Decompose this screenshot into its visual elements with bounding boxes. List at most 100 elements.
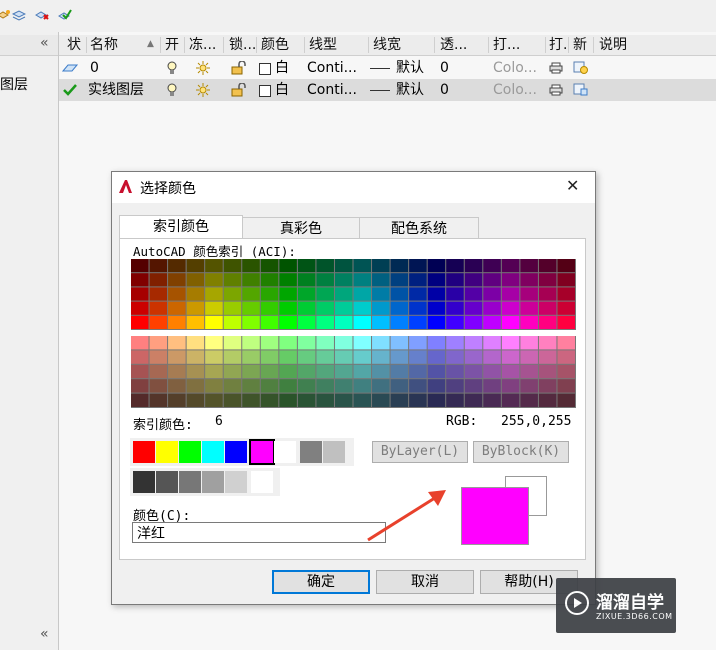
aci-cell[interactable] <box>260 379 279 393</box>
aci-cell[interactable] <box>446 273 464 287</box>
aci-cell[interactable] <box>557 273 575 287</box>
unlock-icon[interactable] <box>231 61 247 75</box>
aci-cell[interactable] <box>353 273 372 287</box>
aci-cell[interactable] <box>557 364 575 379</box>
aci-cell[interactable] <box>316 301 334 315</box>
aci-cell[interactable] <box>427 315 446 329</box>
aci-cell[interactable] <box>334 301 353 315</box>
byblock-button[interactable]: ByBlock(K) <box>473 441 569 463</box>
aci-cell[interactable] <box>149 301 168 315</box>
aci-cell[interactable] <box>501 393 520 407</box>
aci-cell[interactable] <box>538 287 557 301</box>
aci-cell[interactable] <box>279 259 297 273</box>
aci-cell[interactable] <box>131 393 149 407</box>
color-swatch[interactable] <box>259 63 271 75</box>
aci-cell[interactable] <box>334 364 353 379</box>
color-swatch-magenta-selected[interactable] <box>249 439 275 465</box>
aci-cell[interactable] <box>168 336 186 350</box>
aci-cell[interactable] <box>372 350 390 364</box>
tab-color-books[interactable]: 配色系统 <box>359 217 479 240</box>
collapse-panel-icon[interactable]: « <box>40 35 49 51</box>
aci-cell[interactable] <box>242 287 260 301</box>
aci-cell[interactable] <box>205 315 223 329</box>
col-transparency[interactable]: 透... <box>440 35 467 55</box>
aci-cell[interactable] <box>242 336 260 350</box>
color-swatch-yellow[interactable] <box>156 441 178 463</box>
aci-cell[interactable] <box>316 379 334 393</box>
aci-cell[interactable] <box>483 315 501 329</box>
aci-cell[interactable] <box>316 393 334 407</box>
aci-cell[interactable] <box>501 315 520 329</box>
aci-cell[interactable] <box>242 379 260 393</box>
aci-cell[interactable] <box>557 350 575 364</box>
aci-cell[interactable] <box>538 259 557 273</box>
color-swatch-green[interactable] <box>179 441 201 463</box>
aci-cell[interactable] <box>149 336 168 350</box>
aci-cell[interactable] <box>260 350 279 364</box>
aci-cell[interactable] <box>297 336 316 350</box>
aci-cell[interactable] <box>538 379 557 393</box>
aci-cell[interactable] <box>427 379 446 393</box>
aci-cell[interactable] <box>131 287 149 301</box>
aci-cell[interactable] <box>223 350 242 364</box>
sun-thawed-icon[interactable] <box>196 61 210 75</box>
aci-cell[interactable] <box>390 364 409 379</box>
aci-cell[interactable] <box>483 393 501 407</box>
aci-cell[interactable] <box>557 336 575 350</box>
aci-cell[interactable] <box>427 259 446 273</box>
aci-palette-top[interactable] <box>131 259 576 330</box>
aci-cell[interactable] <box>205 393 223 407</box>
aci-cell[interactable] <box>409 364 427 379</box>
aci-cell[interactable] <box>501 364 520 379</box>
aci-cell[interactable] <box>334 336 353 350</box>
aci-cell[interactable] <box>260 364 279 379</box>
layer-row[interactable]: 0 白 Conti... 默认 0 Colo... <box>59 57 716 79</box>
aci-cell[interactable] <box>446 336 464 350</box>
aci-cell[interactable] <box>223 287 242 301</box>
filter-item-all-layers[interactable]: 图层 <box>0 74 28 94</box>
aci-cell[interactable] <box>168 259 186 273</box>
aci-cell[interactable] <box>372 379 390 393</box>
aci-cell[interactable] <box>131 259 149 273</box>
aci-cell[interactable] <box>149 379 168 393</box>
aci-cell[interactable] <box>242 364 260 379</box>
aci-cell[interactable] <box>223 379 242 393</box>
color-swatch-gray[interactable] <box>300 441 322 463</box>
aci-cell[interactable] <box>279 287 297 301</box>
aci-cell[interactable] <box>409 287 427 301</box>
aci-cell[interactable] <box>427 364 446 379</box>
aci-cell[interactable] <box>223 393 242 407</box>
aci-cell[interactable] <box>242 393 260 407</box>
gray-swatch[interactable] <box>251 471 273 493</box>
aci-cell[interactable] <box>334 287 353 301</box>
col-color[interactable]: 颜色 <box>261 35 289 55</box>
aci-cell[interactable] <box>297 379 316 393</box>
gray-swatch[interactable] <box>202 471 224 493</box>
aci-cell[interactable] <box>334 393 353 407</box>
new-vp-freeze-icon[interactable] <box>573 61 589 75</box>
aci-cell[interactable] <box>186 336 205 350</box>
aci-cell[interactable] <box>316 259 334 273</box>
aci-cell[interactable] <box>538 364 557 379</box>
aci-cell[interactable] <box>390 259 409 273</box>
ok-button[interactable]: 确定 <box>272 570 370 594</box>
aci-cell[interactable] <box>427 350 446 364</box>
aci-grid-top[interactable] <box>131 259 576 330</box>
aci-cell[interactable] <box>372 336 390 350</box>
aci-palette-bottom[interactable] <box>131 336 576 408</box>
color-swatch-cyan[interactable] <box>202 441 224 463</box>
aci-cell[interactable] <box>520 393 538 407</box>
aci-cell[interactable] <box>409 336 427 350</box>
layer-lineweight[interactable]: 默认 <box>396 57 424 79</box>
aci-cell[interactable] <box>501 259 520 273</box>
aci-grid-bottom[interactable] <box>131 336 576 408</box>
aci-cell[interactable] <box>390 336 409 350</box>
color-swatch-white[interactable] <box>274 441 296 463</box>
aci-cell[interactable] <box>205 379 223 393</box>
aci-cell[interactable] <box>427 393 446 407</box>
aci-cell[interactable] <box>520 273 538 287</box>
aci-cell[interactable] <box>501 379 520 393</box>
aci-cell[interactable] <box>353 350 372 364</box>
aci-cell[interactable] <box>538 350 557 364</box>
col-linetype[interactable]: 线型 <box>309 35 337 55</box>
